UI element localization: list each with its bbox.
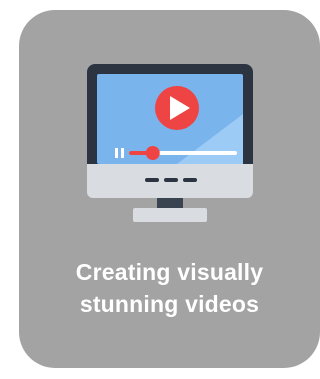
caption-line-2: stunning videos: [79, 291, 260, 317]
stand-base: [133, 208, 207, 222]
chin-dash-2: [164, 178, 178, 182]
card-caption: Creating visually stunning videos: [19, 256, 320, 320]
monitor-video-player-icon: [87, 64, 253, 222]
pause-icon-bar-1: [115, 148, 118, 158]
progress-knob: [145, 146, 160, 160]
caption-line-1: Creating visually: [75, 259, 264, 285]
chin-dash-1: [145, 178, 159, 182]
feature-card: Creating visually stunning videos: [19, 10, 320, 368]
chin-dash-3: [183, 178, 197, 182]
pause-icon-bar-2: [121, 148, 124, 158]
